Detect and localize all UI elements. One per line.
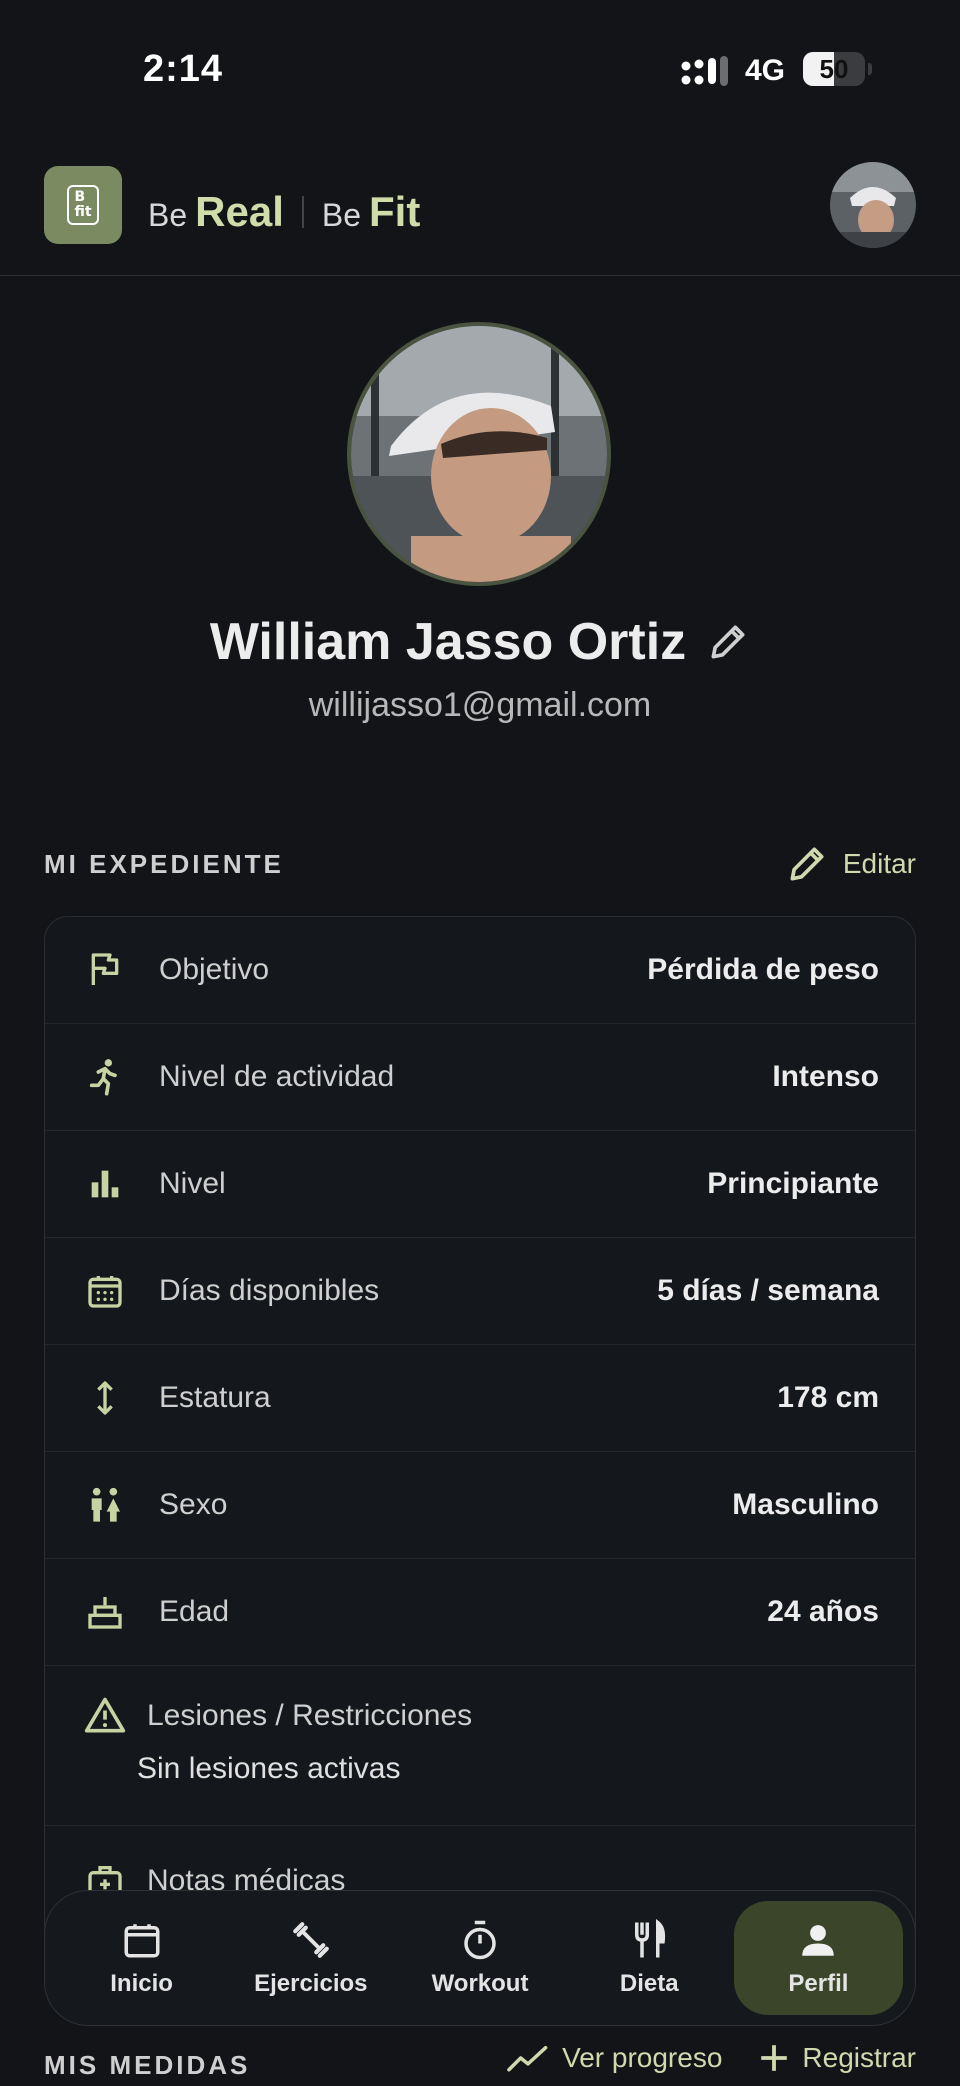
ver-progreso-label: Ver progreso: [562, 2042, 723, 2073]
profile-photo-icon: [351, 326, 607, 582]
bottom-tab-bar: Inicio Ejercicios Workout Dieta Perfil: [44, 1890, 916, 2026]
avatar-photo-icon: [830, 162, 916, 248]
section-title-expediente: MI EXPEDIENTE: [44, 849, 284, 879]
edit-expediente-button[interactable]: Editar: [785, 842, 916, 886]
row-label: Días disponibles: [159, 1274, 380, 1307]
stopwatch-icon: [458, 1918, 502, 1962]
cake-icon: [83, 1590, 127, 1634]
profile-name: William Jasso Ortiz: [209, 613, 687, 671]
medidas-actions: Ver progreso Registrar: [506, 2042, 916, 2074]
row-value: Principiante: [707, 1167, 879, 1200]
expediente-row-actividad[interactable]: Nivel de actividad Intenso: [45, 1024, 915, 1131]
profile-avatar[interactable]: [347, 322, 611, 586]
tab-inicio[interactable]: Inicio: [57, 1901, 226, 2015]
row-value: Masculino: [732, 1488, 879, 1521]
tab-workout[interactable]: Workout: [395, 1901, 564, 2015]
expediente-row-edad[interactable]: Edad 24 años: [45, 1559, 915, 1666]
row-label: Edad: [159, 1595, 230, 1628]
tab-perfil[interactable]: Perfil: [733, 1901, 904, 2015]
height-arrow-icon: [83, 1376, 127, 1420]
plus-icon: [761, 2045, 788, 2071]
tab-ejercicios[interactable]: Ejercicios: [226, 1901, 395, 2015]
dumbbell-icon: [289, 1918, 333, 1962]
battery-tip: [868, 63, 872, 75]
row-label: Nivel de actividad: [159, 1060, 395, 1093]
ver-progreso-link[interactable]: Ver progreso: [506, 2042, 722, 2074]
header-avatar[interactable]: [830, 162, 916, 248]
tab-label: Dieta: [619, 1970, 679, 1997]
status-bar: 2:14 4G 50: [0, 0, 960, 140]
expediente-row-objetivo[interactable]: Objetivo Pérdida de peso: [45, 917, 915, 1024]
network-type: 4G: [745, 54, 786, 87]
people-icon: [83, 1483, 127, 1527]
row-label: Objetivo: [159, 953, 270, 986]
edit-label: Editar: [842, 848, 916, 879]
brand-be: Be: [148, 197, 188, 233]
row-label: Lesiones / Restricciones: [147, 1699, 473, 1732]
expediente-row-nivel[interactable]: Nivel Principiante: [45, 1131, 915, 1238]
brand-divider: [301, 196, 304, 228]
calendar-icon: [83, 1269, 127, 1313]
tab-dieta[interactable]: Dieta: [565, 1901, 734, 2015]
section-title-medidas: MIS MEDIDAS: [44, 2050, 251, 2080]
tab-label: Perfil: [788, 1970, 849, 1997]
running-icon: [83, 1055, 127, 1099]
registrar-label: Registrar: [802, 2042, 916, 2073]
profile-email: willijasso1@gmail.com: [308, 686, 652, 724]
row-value: Intenso: [772, 1060, 879, 1093]
brand-fit: Fit: [369, 188, 421, 235]
bar-chart-icon: [83, 1162, 127, 1206]
tab-label: Inicio: [110, 1970, 173, 1997]
expediente-row-lesiones[interactable]: Lesiones / Restricciones Sin lesiones ac…: [45, 1666, 915, 1826]
battery-level: 50: [819, 54, 849, 84]
row-value: 178 cm: [777, 1381, 879, 1414]
flag-icon: [83, 948, 127, 992]
expediente-row-dias[interactable]: Días disponibles 5 días / semana: [45, 1238, 915, 1345]
pencil-icon: [790, 847, 824, 881]
expediente-row-sexo[interactable]: Sexo Masculino: [45, 1452, 915, 1559]
row-value: 5 días / semana: [657, 1274, 879, 1307]
expediente-row-estatura[interactable]: Estatura 178 cm: [45, 1345, 915, 1452]
row-label: Sexo: [159, 1488, 228, 1521]
fork-knife-icon: [627, 1918, 671, 1962]
warning-icon: [83, 1694, 127, 1738]
brand-title: Be Real Be Fit: [148, 188, 420, 236]
status-time: 2:14: [143, 48, 224, 90]
tab-label: Ejercicios: [254, 1970, 368, 1997]
row-value: Pérdida de peso: [647, 953, 879, 986]
person-icon: [796, 1918, 840, 1962]
brand-real: Real: [195, 188, 284, 235]
row-label: Estatura: [159, 1381, 271, 1414]
registrar-link[interactable]: Registrar: [758, 2042, 916, 2074]
battery-icon: 50: [803, 52, 865, 86]
expediente-card: Objetivo Pérdida de peso Nivel de activi…: [44, 916, 916, 1976]
app-header: Bfit Be Real Be Fit: [0, 140, 960, 276]
tab-label: Workout: [431, 1970, 529, 1997]
brand-be: Be: [321, 197, 361, 233]
row-label: Nivel: [159, 1167, 226, 1200]
pencil-icon[interactable]: [706, 620, 750, 664]
profile-name-row: William Jasso Ortiz: [0, 612, 960, 672]
row-value: Sin lesiones activas: [137, 1752, 401, 1785]
logo-mark-icon: Bfit: [67, 185, 99, 225]
signal-icon: [681, 56, 728, 86]
row-value: 24 años: [767, 1595, 879, 1628]
app-logo[interactable]: Bfit: [44, 166, 122, 244]
calendar-icon: [120, 1918, 164, 1962]
trend-up-icon: [507, 2045, 548, 2072]
